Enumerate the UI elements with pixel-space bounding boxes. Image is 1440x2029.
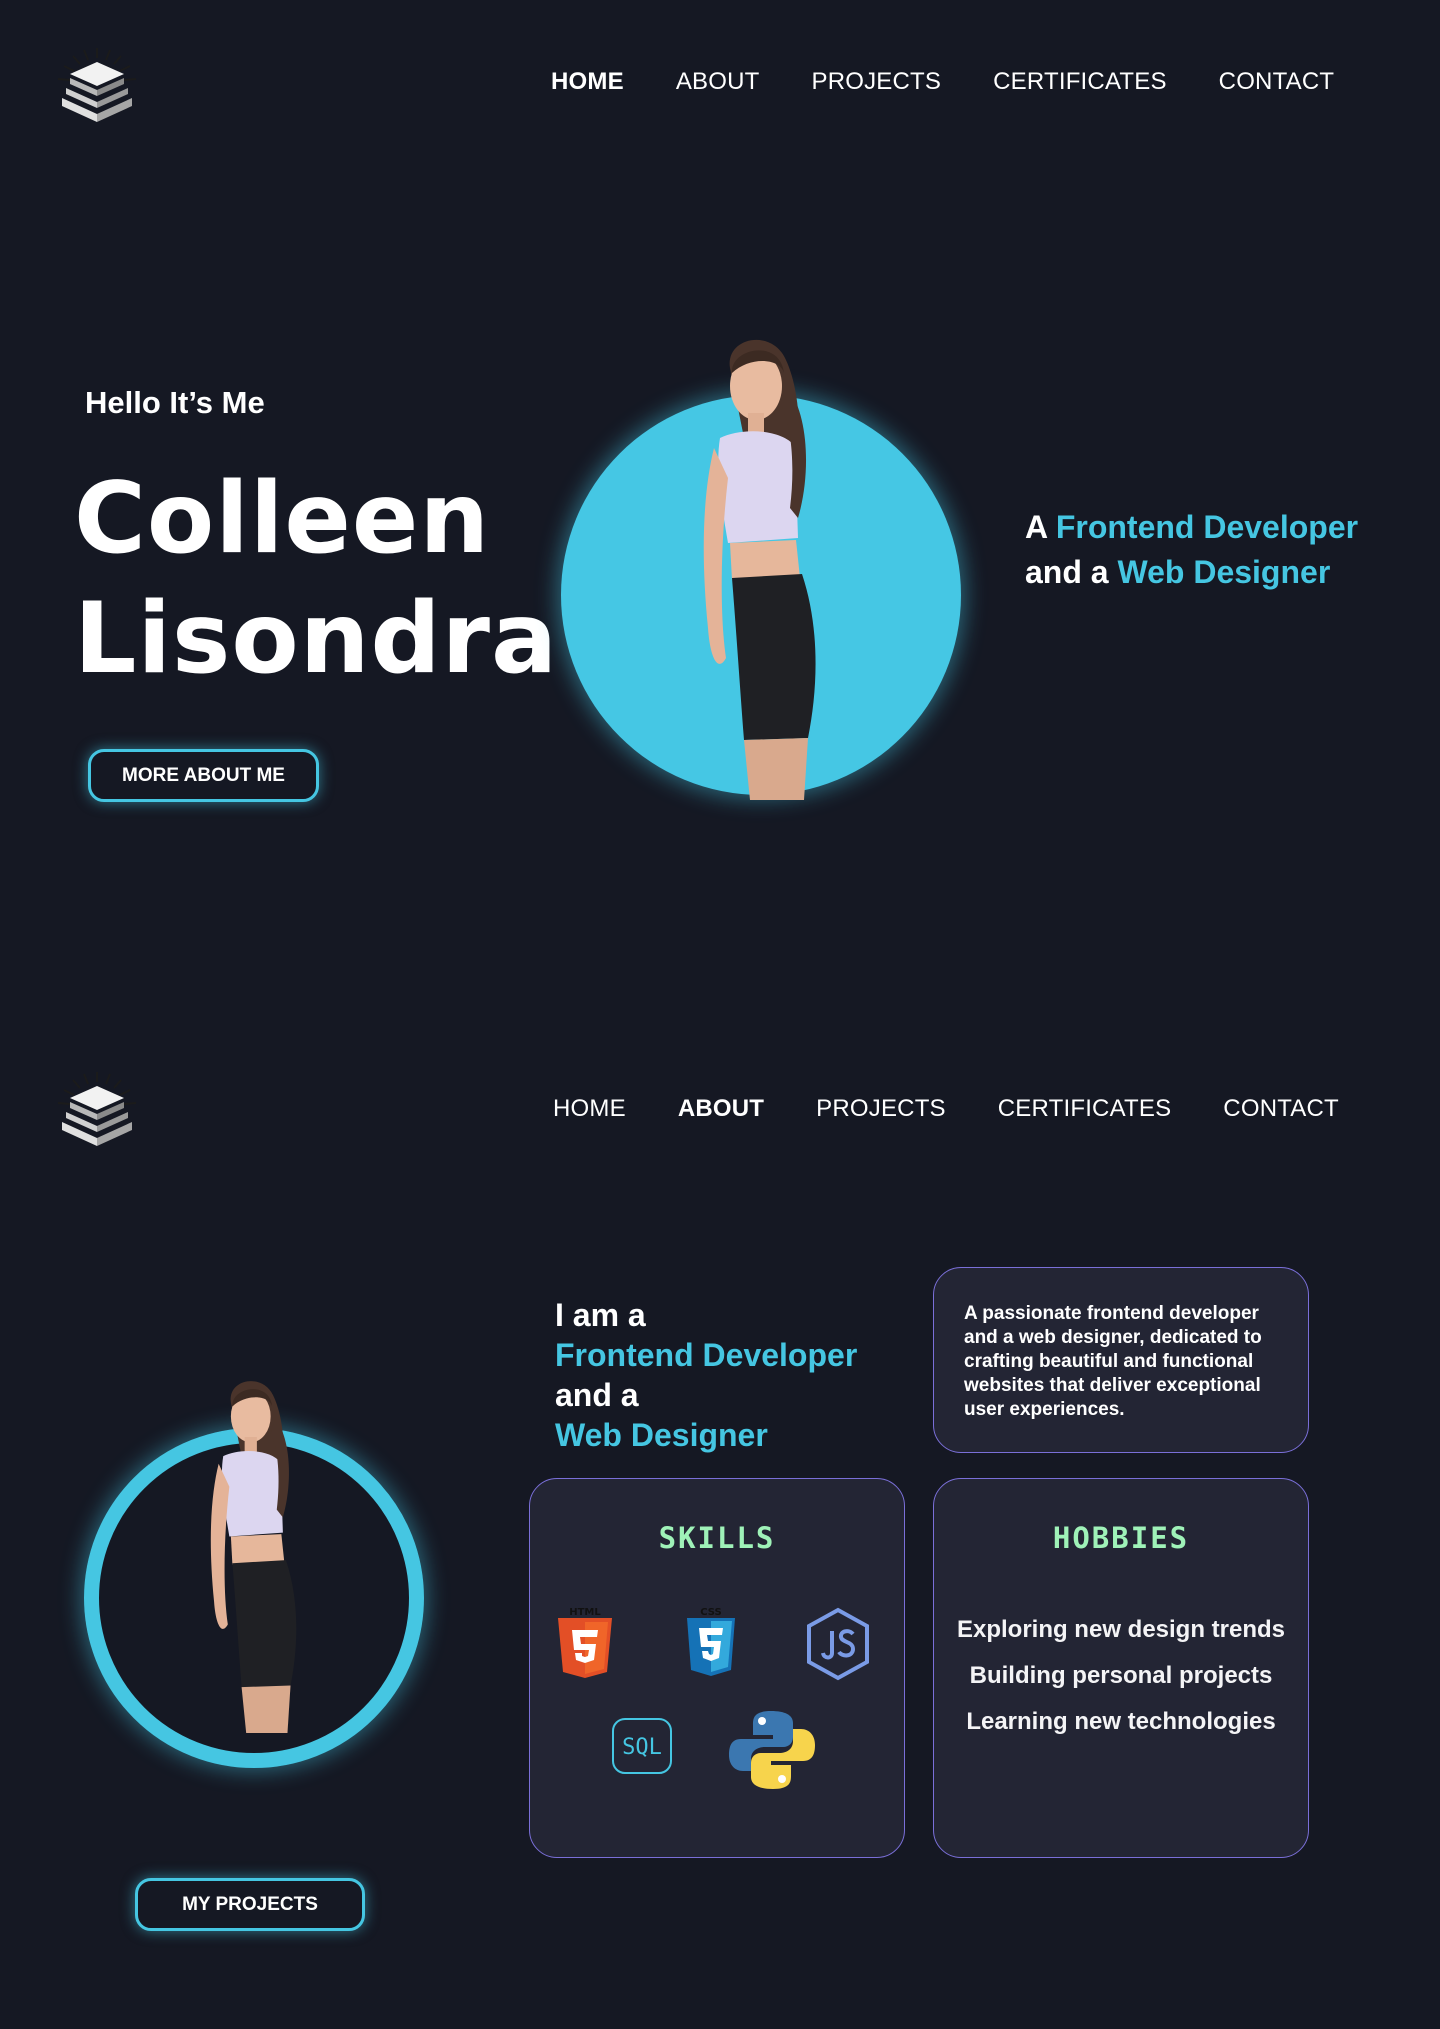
description-text: A passionate frontend developer and a we…: [964, 1303, 1262, 1420]
intro-role2: Web Designer: [555, 1417, 768, 1453]
hobbies-title: HOBBIES: [1052, 1521, 1190, 1555]
nav-contact[interactable]: CONTACT: [1219, 68, 1335, 96]
more-about-me-button[interactable]: MORE ABOUT ME: [88, 749, 319, 802]
profile-photo: [210, 1381, 297, 1733]
sql-label: SQL: [622, 1735, 662, 1760]
css3-icon: CSS: [687, 1607, 735, 1676]
skills-card: SKILLS HTML CSS SQL: [529, 1478, 905, 1858]
tagline-and: and a: [1025, 554, 1109, 590]
hobby-list: Exploring new design trends Building per…: [934, 1607, 1308, 1745]
intro-iama: I am a: [555, 1297, 646, 1333]
list-item: Learning new technologies: [966, 1708, 1276, 1735]
tagline-a: A: [1025, 509, 1047, 545]
html-label: HTML: [569, 1607, 601, 1618]
skills-title: SKILLS: [658, 1521, 776, 1555]
last-name: Lisondra: [74, 582, 559, 696]
hero-tagline: A Frontend Developer and a Web Designer: [1025, 505, 1358, 595]
hobbies-card: HOBBIES Exploring new design trends Buil…: [933, 1478, 1309, 1858]
nav-home[interactable]: HOME: [551, 68, 624, 96]
sql-icon: SQL: [612, 1718, 672, 1774]
nav-certificates[interactable]: CERTIFICATES: [993, 68, 1167, 96]
intro-and: and a: [555, 1377, 639, 1413]
intro-role1: Frontend Developer: [555, 1337, 858, 1373]
profile-photo: [703, 339, 816, 800]
nav-projects[interactable]: PROJECTS: [816, 1095, 946, 1123]
about-intro: I am a Frontend Developer and a Web Desi…: [555, 1295, 857, 1455]
tagline-role1: Frontend Developer: [1055, 509, 1359, 545]
html5-icon: HTML: [558, 1607, 612, 1678]
about-section: HOME ABOUT PROJECTS CERTIFICATES CONTACT…: [0, 1025, 1440, 2029]
list-item: Exploring new design trends: [956, 1616, 1286, 1643]
css-label: CSS: [700, 1607, 721, 1618]
my-projects-button[interactable]: MY PROJECTS: [135, 1878, 365, 1931]
list-item: Building personal projects: [969, 1662, 1273, 1689]
logo-icon[interactable]: [44, 1068, 150, 1154]
python-icon: [729, 1711, 815, 1789]
nodejs-icon: [807, 1607, 869, 1681]
nav-about[interactable]: ABOUT: [676, 68, 760, 96]
nav-about[interactable]: ABOUT: [678, 1095, 764, 1123]
first-name: Colleen: [74, 462, 491, 576]
greeting: Hello It’s Me: [85, 385, 265, 420]
main-nav: HOME ABOUT PROJECTS CERTIFICATES CONTACT: [553, 1095, 1339, 1123]
nav-certificates[interactable]: CERTIFICATES: [998, 1095, 1172, 1123]
main-nav: HOME ABOUT PROJECTS CERTIFICATES CONTACT: [551, 68, 1334, 96]
nav-projects[interactable]: PROJECTS: [812, 68, 942, 96]
logo-icon[interactable]: [44, 44, 150, 130]
nav-contact[interactable]: CONTACT: [1223, 1095, 1339, 1123]
tagline-role2: Web Designer: [1117, 554, 1331, 590]
description-card: A passionate frontend developer and a we…: [933, 1267, 1309, 1453]
hero-section: HOME ABOUT PROJECTS CERTIFICATES CONTACT…: [0, 0, 1440, 1020]
nav-home[interactable]: HOME: [553, 1095, 626, 1123]
